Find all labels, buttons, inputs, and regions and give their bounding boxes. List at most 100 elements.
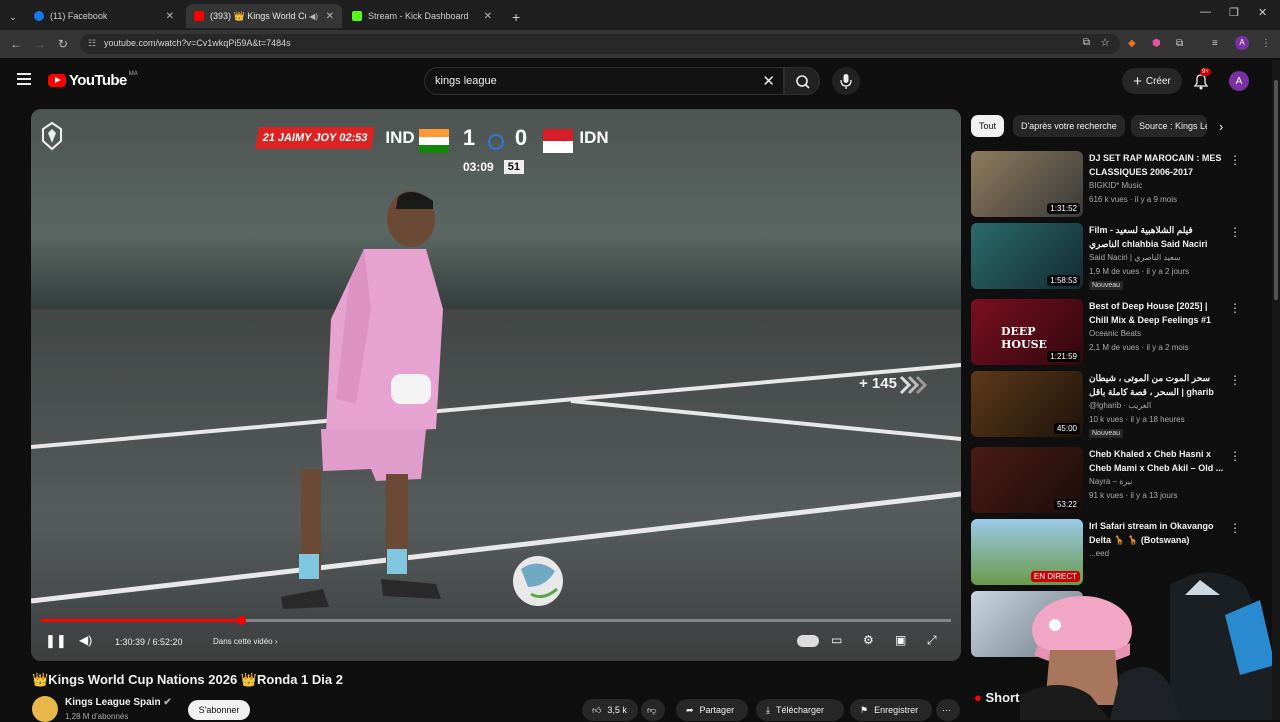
recommendation-item[interactable]: DEEP HOUSE 1:21:59 Best of Deep House [20… — [971, 299, 1261, 367]
close-icon[interactable]: ✕ — [484, 11, 492, 22]
tab-youtube[interactable]: (393) 👑 Kings World Cup ◀) ✕ — [186, 4, 342, 28]
new-tab-button[interactable]: + — [504, 5, 528, 29]
page-scrollbar[interactable] — [1272, 60, 1280, 720]
account-avatar[interactable]: A — [1229, 71, 1249, 91]
recommendation-item[interactable]: 53:22 Cheb Khaled x Cheb Hasni x Cheb Ma… — [971, 447, 1261, 515]
progress-bar[interactable] — [41, 616, 951, 625]
search-input[interactable]: kings league ✕ — [424, 67, 784, 95]
more-actions-button[interactable]: ⋯ — [936, 699, 960, 721]
reload-icon[interactable]: ↻ — [58, 37, 68, 51]
youtube-header: YouTube MA kings league ✕ + Créer 9+ A — [0, 58, 1280, 104]
create-button[interactable]: + Créer — [1122, 68, 1182, 94]
search-icon — [796, 75, 810, 89]
extensions-puzzle-icon[interactable]: ⧉ — [1176, 38, 1183, 49]
microphone-icon — [840, 74, 852, 89]
share-icon: ➦ — [686, 704, 694, 715]
thumbnail[interactable]: 1:58:53 — [971, 223, 1083, 289]
chevron-right-icon[interactable]: › — [1211, 115, 1231, 137]
voice-search-button[interactable] — [832, 67, 860, 95]
bookmark-star-icon[interactable]: ☆ — [1100, 36, 1110, 49]
shorts-heading: ● Shorts — [974, 690, 1027, 705]
thumbnail[interactable]: 45:00 — [971, 371, 1083, 437]
youtube-logo[interactable]: YouTube MA — [48, 71, 138, 89]
webcam-overlay — [1020, 572, 1280, 720]
close-window-icon[interactable]: ✕ — [1258, 6, 1267, 19]
thumbs-up-icon: 👍︎ — [592, 704, 602, 715]
skip-forward-label[interactable]: + 145 — [859, 375, 897, 392]
speaker-icon[interactable]: ◀) — [309, 12, 318, 21]
close-icon[interactable]: ✕ — [326, 11, 334, 22]
chip-all[interactable]: Tout — [971, 115, 1005, 137]
notifications-button[interactable]: 9+ — [1190, 68, 1212, 92]
recommendation-item[interactable]: 45:00 سحر الموت من الموتى ، شيطان السحر … — [971, 371, 1261, 439]
menu-hamburger-icon[interactable] — [17, 73, 31, 85]
minimize-icon[interactable]: — — [1200, 6, 1211, 18]
site-info-icon[interactable]: ☷ — [88, 38, 96, 49]
thumbnail[interactable]: 53:22 — [971, 447, 1083, 513]
video-player[interactable]: 21 JAIMY JOY 02:53 IND 1 0 IDN 03:09 51 … — [31, 109, 961, 661]
like-button[interactable]: 👍︎ 3,5 k — [582, 699, 638, 721]
channel-avatar[interactable] — [32, 696, 58, 722]
address-bar[interactable]: ☷ youtube.com/watch?v=Cv1wkqPi59A&t=7484… — [80, 34, 1120, 54]
chapters-button[interactable]: Dans cette vidéo › — [213, 637, 277, 646]
extension-icon[interactable]: ◆ — [1128, 38, 1136, 49]
scrollbar-thumb[interactable] — [1274, 80, 1278, 300]
thumbnail[interactable]: 1:31:52 — [971, 151, 1083, 217]
forward-icon[interactable]: → — [34, 37, 46, 51]
more-vert-icon[interactable]: ⋮ — [1229, 521, 1241, 535]
subtitles-icon[interactable]: ▭ — [831, 633, 842, 647]
match-clock: 03:09 51 — [463, 157, 583, 177]
browser-tab-bar: ⌄ (11) Facebook ✕ (393) 👑 Kings World Cu… — [0, 0, 1280, 30]
youtube-play-icon — [48, 74, 66, 87]
shorts-icon: ● — [974, 690, 982, 705]
media-control-icon[interactable]: ≡ — [1212, 38, 1218, 49]
plus-icon: + — [1133, 72, 1142, 90]
settings-gear-icon[interactable]: ⚙ — [863, 633, 874, 647]
new-badge: Nouveau — [1089, 429, 1124, 438]
thumbs-down-icon: 👎︎ — [647, 704, 657, 715]
thumbnail-deep-house-text: DEEP HOUSE — [1001, 325, 1047, 351]
extension-shield-icon[interactable]: ⬢ — [1152, 38, 1161, 49]
profile-avatar-icon[interactable]: A — [1235, 36, 1249, 50]
volume-icon[interactable]: ◀) — [79, 633, 92, 647]
fullscreen-icon[interactable]: ⤢ — [927, 633, 937, 648]
video-title: 👑Kings World Cup Nations 2026 👑Ronda 1 D… — [32, 672, 343, 687]
download-button[interactable]: ⤓ Télécharger — [756, 699, 844, 721]
dislike-button[interactable]: 👎︎ — [641, 699, 665, 721]
facebook-icon — [34, 11, 44, 21]
more-vert-icon[interactable]: ⋮ — [1229, 301, 1241, 315]
search-button[interactable] — [784, 67, 820, 95]
away-score: 0 — [514, 125, 528, 150]
channel-name[interactable]: Kings League Spain ✔ — [65, 697, 172, 708]
recommendation-item[interactable]: 1:58:53 Film - فيلم الشلاهبية لسعيد النا… — [971, 223, 1261, 291]
tab-facebook[interactable]: (11) Facebook ✕ — [26, 4, 182, 28]
clear-search-icon[interactable]: ✕ — [762, 72, 775, 90]
autoplay-toggle[interactable] — [797, 635, 819, 647]
new-badge: Nouveau — [1089, 281, 1124, 290]
time-display: 1:30:39 / 6:52:20 — [115, 637, 183, 647]
more-vert-icon[interactable]: ⋮ — [1229, 449, 1241, 463]
share-button[interactable]: ➦ Partager — [676, 699, 748, 721]
pause-icon[interactable]: ❚❚ — [45, 633, 67, 649]
back-icon[interactable]: ← — [10, 37, 22, 51]
install-icon[interactable]: ⧉ — [1083, 37, 1090, 48]
recommendation-item[interactable]: 1:31:52 DJ SET RAP MAROCAIN : MES CLASSI… — [971, 151, 1261, 219]
more-vert-icon[interactable]: ⋮ — [1229, 373, 1241, 387]
tab-kick[interactable]: Stream - Kick Dashboard ✕ — [344, 4, 500, 28]
thumbnail[interactable]: DEEP HOUSE 1:21:59 — [971, 299, 1083, 365]
kings-league-logo-icon — [42, 121, 62, 151]
chip-related-search[interactable]: D'après votre recherche — [1013, 115, 1125, 137]
more-icon: ⋯ — [942, 704, 951, 715]
maximize-icon[interactable]: ❐ — [1229, 6, 1239, 19]
browser-menu-icon[interactable]: ⋮ — [1261, 38, 1271, 49]
more-vert-icon[interactable]: ⋮ — [1229, 153, 1241, 167]
close-icon[interactable]: ✕ — [166, 11, 174, 22]
chip-source[interactable]: Source : Kings League — [1131, 115, 1207, 137]
save-button[interactable]: ⚑ Enregistrer — [850, 699, 932, 721]
more-vert-icon[interactable]: ⋮ — [1229, 225, 1241, 239]
subscribe-button[interactable]: S'abonner — [188, 700, 250, 720]
away-team: IDN — [579, 128, 609, 147]
progress-fill — [41, 619, 242, 622]
theater-mode-icon[interactable]: ▣ — [895, 633, 906, 647]
tab-search-icon[interactable]: ⌄ — [4, 5, 22, 29]
